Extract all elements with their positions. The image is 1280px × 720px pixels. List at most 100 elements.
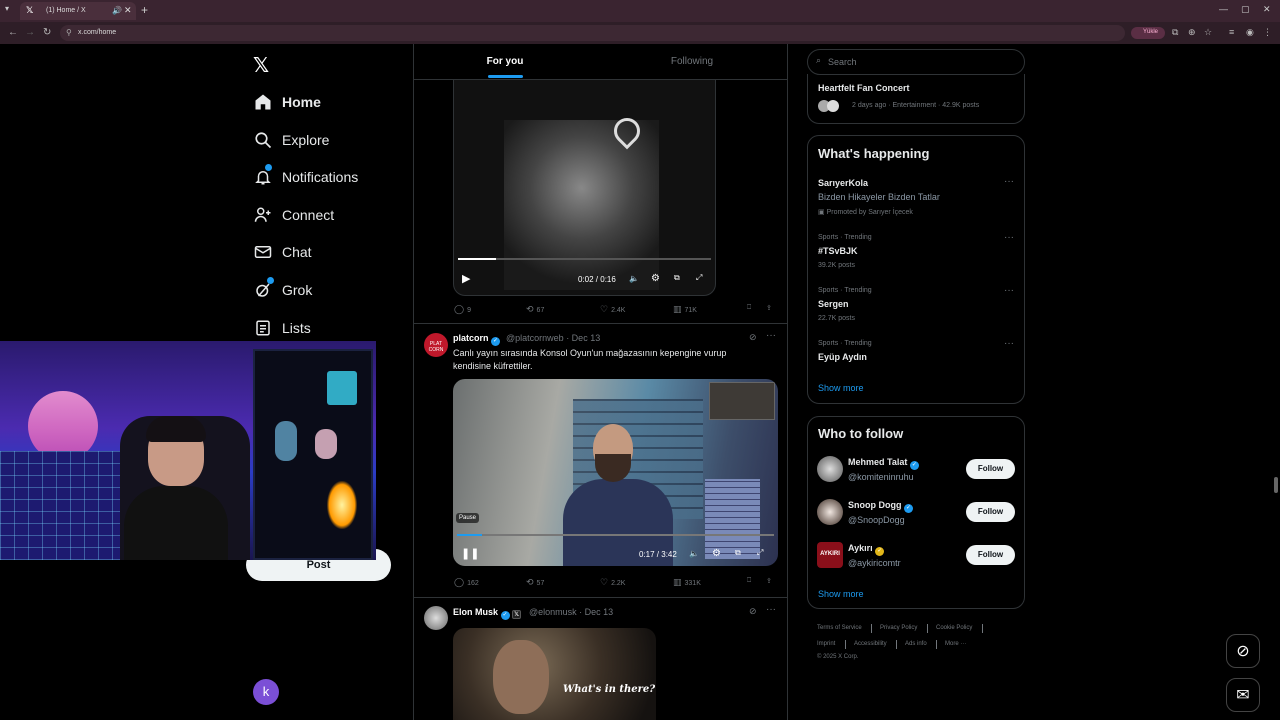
back-icon[interactable]: ←	[8, 27, 18, 38]
grok-explain-icon[interactable]: ⊘	[749, 606, 757, 617]
grok-fab-button[interactable]: ⊘	[1226, 634, 1260, 668]
footer-cookie[interactable]: Cookie Policy	[936, 625, 972, 631]
trend-name[interactable]: Sergen	[818, 299, 849, 309]
more-icon[interactable]: ···	[1004, 285, 1014, 296]
maximize-icon[interactable]: ▢	[1241, 4, 1250, 15]
reload-icon[interactable]: ↻	[43, 27, 51, 38]
suggestion-avatar[interactable]	[817, 499, 843, 525]
tweet2-video[interactable]: Pause ❚❚ 0:17 / 3:42 🔈 ⚙ ⧉ ⤢	[453, 379, 778, 566]
share-icon[interactable]: ⇪	[766, 577, 772, 585]
speaker-icon[interactable]: 🔊	[112, 6, 122, 15]
suggestion-name-text: Mehmed Talat	[848, 457, 908, 467]
translate-icon[interactable]: ⧉	[1172, 27, 1178, 38]
tweet3-author[interactable]: Elon Musk ✓ 𝕏	[453, 607, 522, 620]
picture-in-picture-icon[interactable]: ⧉	[674, 273, 680, 283]
close-tab-icon[interactable]: ✕	[124, 5, 132, 16]
tweet2-author[interactable]: platcorn ✓	[453, 333, 501, 346]
fullscreen-icon[interactable]: ⤢	[757, 548, 763, 558]
page-scrollbar[interactable]	[1274, 477, 1278, 493]
messages-fab-button[interactable]: ✉	[1226, 678, 1260, 712]
more-icon[interactable]: ···	[766, 604, 776, 615]
tweet2-actions: ◯ 162 ⟲ 57 ♡ 2.2K ▥ 331K ⎕ ⇪	[454, 577, 777, 589]
show-more-link[interactable]: Show more	[818, 589, 864, 599]
suggestion-name[interactable]: Aykırı ✓	[848, 543, 885, 556]
bookmark-icon[interactable]: ⎕	[747, 304, 751, 312]
more-icon[interactable]: ···	[1004, 232, 1014, 243]
more-icon[interactable]: ···	[766, 330, 776, 341]
views-button[interactable]: ▥ 71K	[673, 304, 697, 315]
picture-in-picture-icon[interactable]: ⧉	[735, 548, 741, 558]
volume-icon[interactable]: 🔈	[629, 274, 639, 283]
trend-posts: 39.2K posts	[818, 262, 855, 269]
install-button[interactable]: Yükle	[1131, 27, 1165, 39]
footer-more[interactable]: More ···	[945, 641, 966, 647]
list-icon	[256, 320, 270, 336]
footer-terms[interactable]: Terms of Service	[817, 625, 862, 631]
suggestion-name[interactable]: Mehmed Talat ✓	[848, 457, 919, 470]
like-button[interactable]: ♡ 2.4K	[600, 304, 625, 315]
views-button[interactable]: ▥ 331K	[673, 577, 701, 588]
tweet1-video[interactable]: ▶ 0:02 / 0:16 🔈 ⚙ ⧉ ⤢	[453, 80, 716, 296]
fullscreen-icon[interactable]: ⤢	[696, 273, 702, 283]
trend-name[interactable]: #TSvBJK	[818, 246, 858, 256]
url-text: x.com/home	[78, 29, 117, 36]
more-icon[interactable]: ···	[1004, 338, 1014, 349]
search-input[interactable]: ⌕ Search	[807, 49, 1025, 75]
follow-button[interactable]: Follow	[966, 502, 1015, 522]
footer-privacy[interactable]: Privacy Policy	[880, 625, 917, 631]
trend-name[interactable]: Eyüp Aydın	[818, 352, 867, 362]
follow-button[interactable]: Follow	[966, 459, 1015, 479]
bookmark-star-icon[interactable]: ☆	[1204, 27, 1212, 38]
footer-imprint[interactable]: Imprint	[817, 641, 835, 647]
repost-button[interactable]: ⟲ 57	[526, 577, 544, 588]
video-time: 0:02 / 0:16	[578, 275, 616, 284]
promoted-title[interactable]: SarıyerKola	[818, 178, 868, 188]
elon-avatar[interactable]	[424, 606, 448, 630]
tab-search-icon[interactable]: ▾	[5, 4, 9, 13]
media-control-icon[interactable]: ≡	[1229, 27, 1234, 37]
site-info-icon[interactable]: ⚲	[66, 28, 72, 37]
suggestion-avatar[interactable]	[817, 456, 843, 482]
like-button[interactable]: ♡ 2.2K	[600, 577, 625, 588]
volume-icon[interactable]: 🔈	[689, 549, 699, 558]
account-avatar[interactable]: k	[253, 679, 279, 705]
profile-icon[interactable]: ◉	[1246, 27, 1254, 38]
video-progress-bar[interactable]	[458, 258, 711, 260]
minimize-icon[interactable]: —	[1219, 4, 1228, 14]
tweet2-handle[interactable]: @platcornweb · Dec 13	[506, 333, 600, 343]
settings-icon[interactable]: ⚙	[651, 273, 660, 284]
show-more-link[interactable]: Show more	[818, 383, 864, 393]
url-field[interactable]: ⚲ x.com/home	[60, 25, 1125, 41]
tab-for-you[interactable]: For you	[474, 56, 536, 67]
x-logo-icon[interactable]: 𝕏	[253, 53, 269, 78]
footer-ads[interactable]: Ads info	[905, 641, 927, 647]
repost-button[interactable]: ⟲ 67	[526, 304, 544, 315]
browser-tab[interactable]: 𝕏 (1) Home / X 🔊 ✕	[20, 2, 136, 20]
pause-icon[interactable]: ❚❚	[461, 547, 479, 560]
tweet3-handle[interactable]: @elonmusk · Dec 13	[529, 607, 613, 617]
tweet3-gif[interactable]: What's in there?	[453, 628, 656, 720]
zoom-icon[interactable]: ⊕	[1188, 27, 1196, 38]
suggestion-avatar[interactable]: AYKIRI	[817, 542, 843, 568]
platcorn-avatar[interactable]: PLAT CORN	[424, 333, 448, 357]
more-icon[interactable]: ···	[1004, 176, 1014, 187]
new-tab-icon[interactable]: +	[141, 3, 148, 17]
share-icon[interactable]: ⇪	[766, 304, 772, 312]
grok-explain-icon[interactable]: ⊘	[749, 332, 757, 343]
play-icon[interactable]: ▶	[462, 272, 470, 285]
tweet2-text: Canlı yayın sırasında Konsol Oyun'un mağ…	[453, 348, 727, 371]
follow-button[interactable]: Follow	[966, 545, 1015, 565]
footer-accessibility[interactable]: Accessibility	[854, 641, 887, 647]
forward-icon[interactable]: →	[25, 27, 35, 38]
window-close-icon[interactable]: ✕	[1263, 4, 1271, 15]
event-card[interactable]: Heartfelt Fan Concert 2 days ago · Enter…	[807, 74, 1025, 124]
settings-icon[interactable]: ⚙	[712, 548, 721, 559]
browser-menu-icon[interactable]: ⋮	[1263, 27, 1272, 38]
reply-button[interactable]: ◯ 9	[454, 304, 471, 315]
bookmark-icon[interactable]: ⎕	[747, 577, 751, 585]
nav-connect-label: Connect	[282, 207, 335, 223]
video-progress-bar[interactable]	[457, 534, 774, 536]
suggestion-name[interactable]: Snoop Dogg ✓	[848, 500, 914, 513]
reply-button[interactable]: ◯ 162	[454, 577, 479, 588]
tab-following[interactable]: Following	[660, 56, 724, 67]
